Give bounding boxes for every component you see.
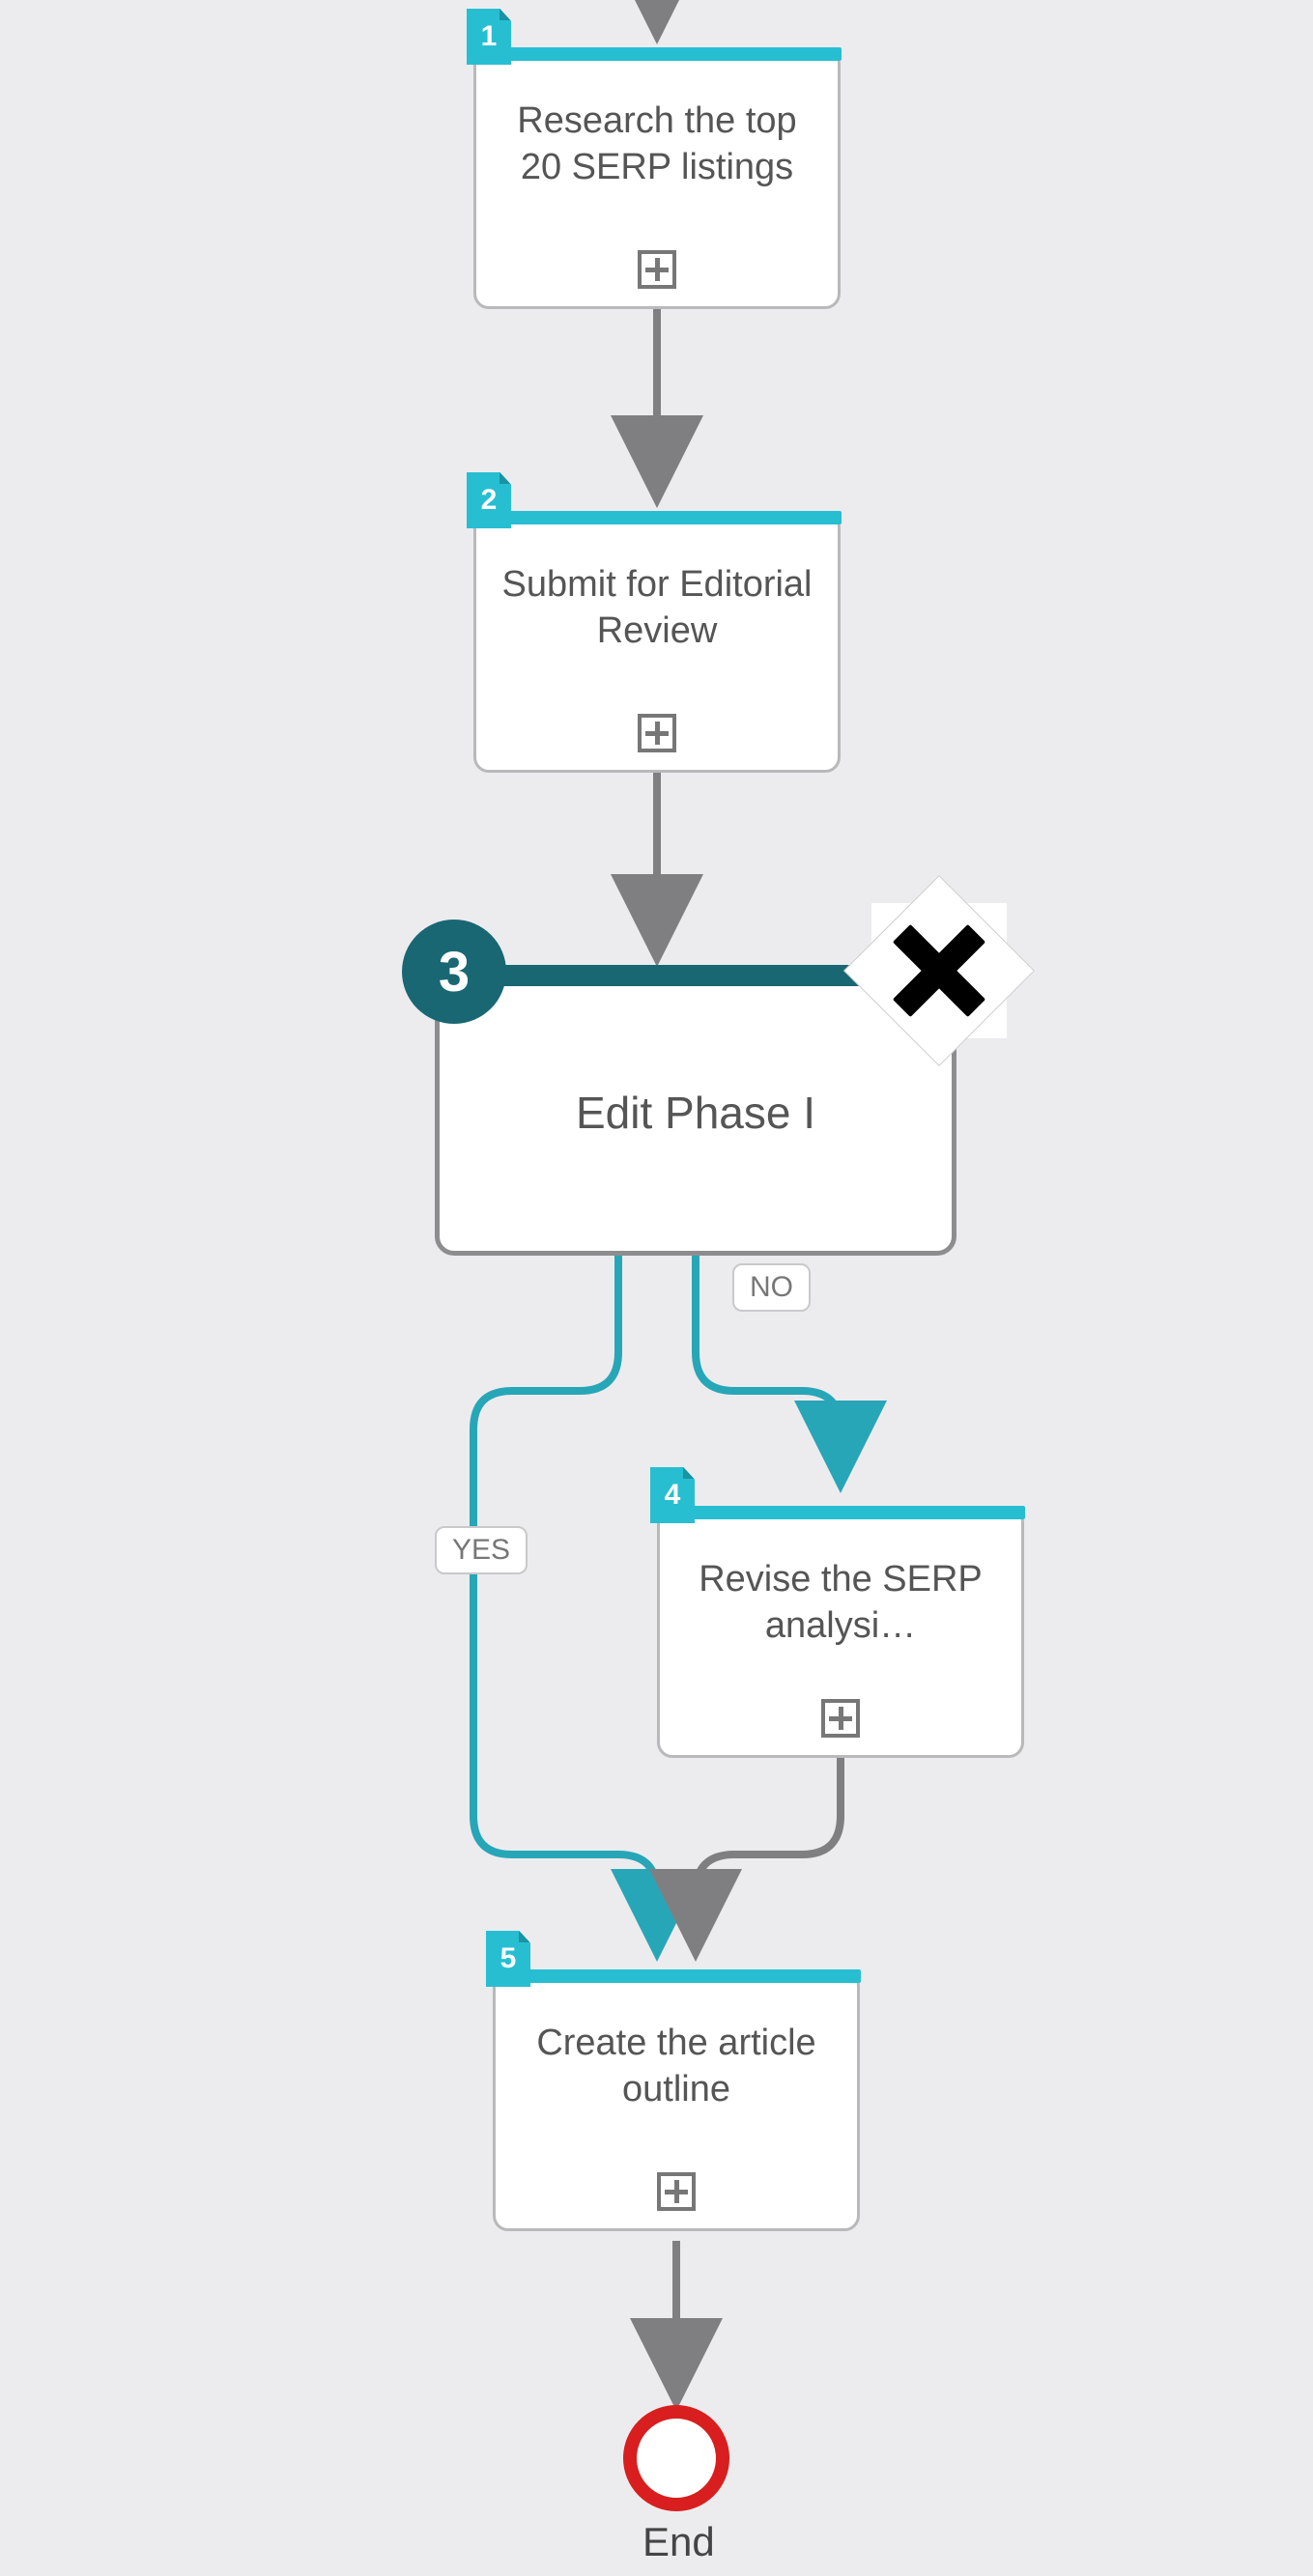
task-node-1[interactable]: 1 Research the top 20 SERP listings	[473, 48, 841, 309]
expand-icon[interactable]	[638, 250, 676, 289]
expand-icon[interactable]	[657, 2172, 696, 2211]
expand-icon[interactable]	[821, 1699, 860, 1738]
step-number: 2	[481, 484, 498, 517]
node-topbar	[472, 511, 842, 524]
task-node-2[interactable]: 2 Submit for Editorial Review	[473, 512, 841, 773]
step-badge-3: 3	[402, 920, 506, 1024]
task-node-4[interactable]: 4 Revise the SERP analysi…	[657, 1507, 1024, 1758]
edge-label-no: NO	[732, 1263, 811, 1312]
node-topbar	[492, 1969, 861, 1983]
expand-icon[interactable]	[638, 714, 676, 752]
step-number: 5	[500, 1942, 517, 1975]
end-label: End	[642, 2519, 715, 2565]
task-title: Research the top 20 SERP listings	[476, 98, 838, 190]
x-icon	[871, 903, 1007, 1038]
step-badge-4: 4	[650, 1467, 695, 1523]
decision-title: Edit Phase I	[440, 1087, 952, 1139]
end-node[interactable]	[623, 2405, 729, 2511]
task-title: Submit for Editorial Review	[476, 561, 838, 654]
step-badge-2: 2	[467, 472, 511, 528]
step-number: 4	[665, 1479, 681, 1512]
task-title: Revise the SERP analysi…	[660, 1556, 1021, 1649]
node-topbar	[656, 1506, 1025, 1519]
step-badge-1: 1	[467, 9, 511, 65]
step-number: 3	[439, 940, 470, 1005]
edge-label-yes: YES	[435, 1526, 528, 1574]
step-badge-5: 5	[486, 1931, 530, 1987]
node-topbar	[472, 47, 842, 61]
workflow-canvas: 1 Research the top 20 SERP listings 2 Su…	[0, 0, 1313, 2576]
task-title: Create the article outline	[496, 2020, 857, 2112]
task-node-5[interactable]: 5 Create the article outline	[493, 1970, 860, 2231]
gateway-icon	[871, 903, 1007, 1038]
step-number: 1	[481, 20, 498, 53]
